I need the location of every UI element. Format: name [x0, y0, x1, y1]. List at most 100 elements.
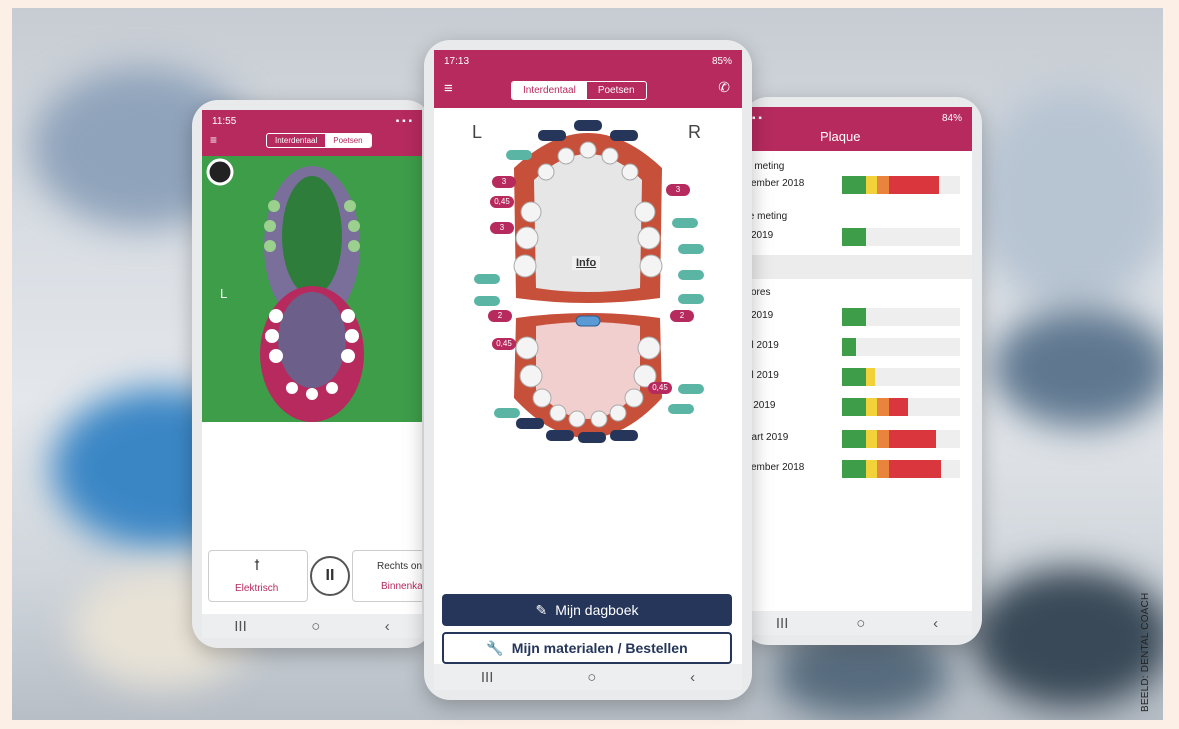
phone-left: 11:55 ▪ ▪ ▪ ≡ Interdentaal Poetsen L ꝉ E…: [192, 100, 432, 648]
plaque-bar: [842, 430, 960, 448]
right-screen: ▪ ▪ 84% Plaque e meting cember 2018 te m…: [742, 107, 972, 635]
back-icon[interactable]: ‹: [385, 618, 390, 635]
plaque-bar: [842, 460, 960, 478]
brush-position-label: Rechts on: [377, 561, 422, 572]
gap-badge[interactable]: 0,45: [490, 196, 514, 208]
plaque-bar-segment: [889, 430, 937, 448]
plaque-row: i 2019: [742, 223, 972, 249]
plaque-row: ril 2019: [742, 333, 972, 359]
plaque-bar-segment: [865, 176, 878, 194]
tab-poetsen[interactable]: Poetsen: [587, 82, 646, 99]
plaque-bar-segment: [842, 338, 857, 356]
plaque-bar-segment: [865, 368, 876, 386]
center-header: 17:13 85% ≡ Interdentaal Poetsen ✆: [434, 50, 742, 108]
left-side-label: L: [220, 286, 228, 301]
gap-badge[interactable]: 3: [490, 222, 514, 234]
plaque-bar: [842, 398, 960, 416]
plaque-bar-segment: [842, 228, 866, 246]
left-status-bar: 11:55 ▪ ▪ ▪: [202, 110, 422, 132]
recent-apps-icon[interactable]: III: [776, 615, 789, 632]
gap-badge[interactable]: 3: [666, 184, 690, 196]
tab-group: Interdentaal Poetsen: [511, 81, 647, 100]
wrench-icon: 🔧: [486, 639, 504, 656]
menu-icon[interactable]: ≡: [444, 80, 453, 97]
home-icon[interactable]: ○: [587, 669, 596, 686]
left-tab-poetsen[interactable]: Poetsen: [325, 134, 371, 147]
plaque-row: aart 2019: [742, 425, 972, 451]
right-header: ▪ ▪ 84% Plaque: [742, 107, 972, 151]
diary-button[interactable]: ✎ Mijn dagboek: [442, 594, 732, 626]
right-title: Plaque: [820, 129, 861, 144]
plaque-bar-segment: [842, 368, 866, 386]
plaque-row: cember 2018: [742, 171, 972, 197]
center-status-battery: 85%: [711, 55, 732, 67]
pause-button[interactable]: II: [310, 556, 350, 596]
gap-badge[interactable]: 0,45: [492, 338, 516, 350]
gap-badge[interactable]: 2: [488, 310, 512, 322]
plaque-bar: [842, 338, 960, 356]
plaque-row: cember 2018: [742, 455, 972, 481]
gap-badge[interactable]: 2: [670, 310, 694, 322]
center-status-bar: 17:13 85%: [434, 50, 742, 72]
photo-credit: BEELD: DENTAL COACH: [1140, 592, 1151, 712]
gap-badge[interactable]: 3: [492, 176, 516, 188]
plaque-bar-segment: [842, 430, 866, 448]
phone-call-icon[interactable]: ✆: [718, 79, 730, 96]
center-screen: 17:13 85% ≡ Interdentaal Poetsen ✆ L R 3…: [434, 50, 742, 690]
section-divider: [742, 255, 972, 279]
home-icon[interactable]: ○: [311, 618, 320, 635]
plaque-bar-segment: [889, 176, 939, 194]
teeth-diagram[interactable]: [434, 108, 742, 448]
recent-apps-icon[interactable]: III: [481, 669, 494, 686]
brush-position-box: Rechts on Binnenka: [352, 550, 422, 602]
plaque-row: i 2019: [742, 303, 972, 329]
edit-icon: ✎: [535, 601, 548, 618]
right-nav-bar: III ○ ‹: [742, 611, 972, 635]
plaque-row-label: aart 2019: [746, 432, 789, 443]
right-status-bar: ▪ ▪ 84%: [742, 107, 972, 129]
left-tab-interdentaal[interactable]: Interdentaal: [267, 134, 325, 147]
pause-icon: II: [325, 567, 335, 584]
plaque-row-label: cember 2018: [746, 462, 805, 473]
plaque-bar-segment: [877, 398, 890, 416]
left-menu-icon[interactable]: ≡: [210, 133, 217, 147]
plaque-row: il 2019: [742, 393, 972, 419]
gap-badge[interactable]: 0,45: [648, 382, 672, 394]
left-screen: 11:55 ▪ ▪ ▪ ≡ Interdentaal Poetsen L ꝉ E…: [202, 110, 422, 638]
back-icon[interactable]: ‹: [933, 615, 938, 632]
materials-button[interactable]: 🔧 Mijn materialen / Bestellen: [442, 632, 732, 664]
diary-button-label: Mijn dagboek: [555, 602, 639, 618]
plaque-bar-segment: [842, 460, 866, 478]
phone-center: 17:13 85% ≡ Interdentaal Poetsen ✆ L R 3…: [424, 40, 752, 700]
brush-icon: ꝉ: [254, 557, 260, 573]
right-status-battery: 84%: [941, 112, 962, 124]
plaque-bar-segment: [842, 398, 866, 416]
plaque-bar-segment: [877, 460, 890, 478]
left-header: 11:55 ▪ ▪ ▪ ≡ Interdentaal Poetsen: [202, 110, 422, 156]
left-status-time: 11:55: [212, 115, 237, 127]
recent-apps-icon[interactable]: III: [234, 618, 247, 635]
plaque-bar-segment: [865, 460, 878, 478]
plaque-bar: [842, 368, 960, 386]
brush-type-box[interactable]: ꝉ Elektrisch: [208, 550, 308, 602]
info-link[interactable]: Info: [572, 256, 601, 270]
back-icon[interactable]: ‹: [690, 669, 695, 686]
section-second: te meting: [746, 211, 788, 222]
brush-position-sub: Binnenka: [381, 581, 422, 592]
plaque-row: ril 2019: [742, 363, 972, 389]
brushing-mouth-diagram: [206, 158, 364, 422]
plaque-bar-segment: [865, 398, 878, 416]
tab-interdentaal[interactable]: Interdentaal: [512, 82, 587, 99]
plaque-bar: [842, 228, 960, 246]
plaque-bar: [842, 176, 960, 194]
home-icon[interactable]: ○: [856, 615, 865, 632]
plaque-row-label: cember 2018: [746, 178, 805, 189]
center-nav-bar: III ○ ‹: [434, 664, 742, 690]
plaque-bar-segment: [889, 460, 942, 478]
left-nav-bar: III ○ ‹: [202, 614, 422, 638]
brush-type-label: Elektrisch: [235, 583, 279, 594]
plaque-bar: [842, 308, 960, 326]
materials-button-label: Mijn materialen / Bestellen: [511, 640, 688, 656]
brushing-map: L: [202, 156, 422, 422]
right-status-icons-left: ▪ ▪: [752, 112, 762, 124]
